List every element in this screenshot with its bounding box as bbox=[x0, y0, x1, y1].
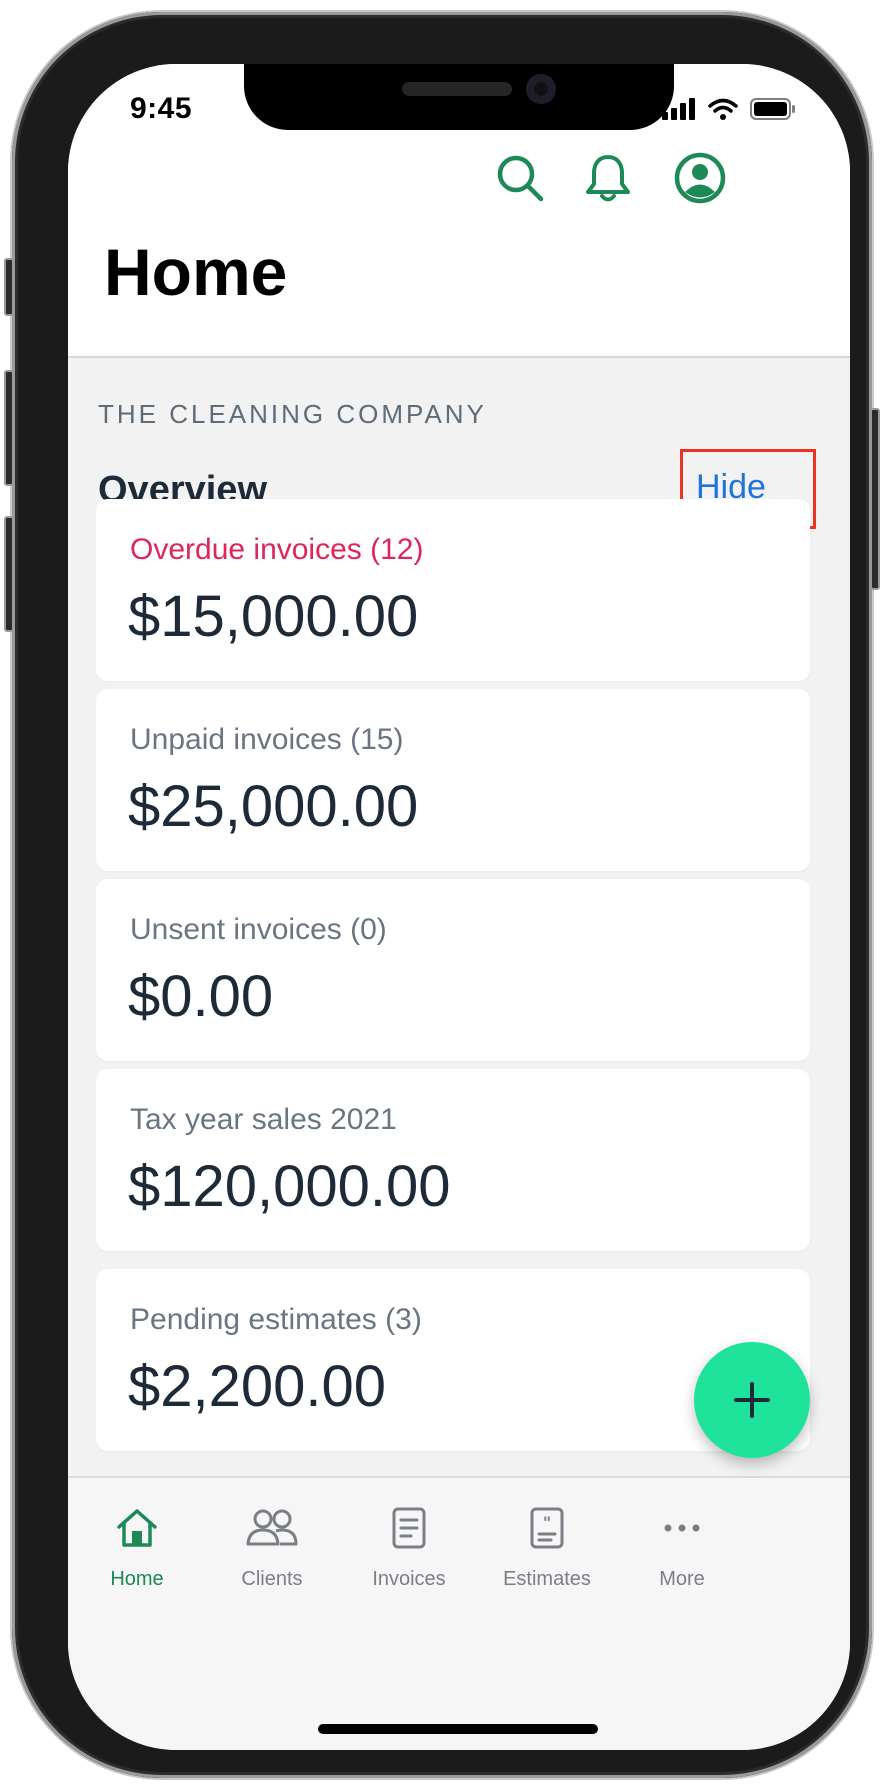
wifi-icon bbox=[708, 98, 738, 120]
card-value: $2,200.00 bbox=[128, 1354, 387, 1419]
tab-invoices[interactable]: Invoices bbox=[339, 1502, 479, 1591]
overview-card-unsent[interactable]: Unsent invoices (0) $0.00 bbox=[96, 879, 810, 1061]
home-indicator bbox=[318, 1724, 598, 1734]
overview-card-unpaid[interactable]: Unpaid invoices (15) $25,000.00 bbox=[96, 689, 810, 871]
bell-icon[interactable] bbox=[578, 148, 638, 208]
tab-home[interactable]: Home bbox=[68, 1502, 207, 1591]
front-camera bbox=[526, 74, 556, 104]
overview-card-overdue[interactable]: Overdue invoices (12) $15,000.00 bbox=[96, 499, 810, 681]
svg-text:": " bbox=[543, 1513, 551, 1532]
page-title: Home bbox=[104, 235, 288, 309]
home-icon bbox=[117, 1509, 157, 1547]
company-name: THE CLEANING COMPANY bbox=[98, 399, 487, 429]
plus-icon bbox=[734, 1382, 770, 1418]
search-icon[interactable] bbox=[490, 148, 550, 208]
tab-estimates[interactable]: " Estimates bbox=[477, 1502, 617, 1591]
invoice-icon bbox=[392, 1507, 426, 1549]
account-icon[interactable] bbox=[670, 148, 730, 208]
silent-switch bbox=[4, 258, 14, 316]
card-value: $25,000.00 bbox=[128, 774, 419, 839]
phone-screen: 9:45 Home THE CLEANING COMPANY Overview … bbox=[68, 64, 850, 1750]
card-value: $0.00 bbox=[128, 964, 274, 1029]
card-value: $15,000.00 bbox=[128, 584, 419, 649]
battery-icon bbox=[750, 98, 795, 120]
tab-label: More bbox=[659, 1568, 705, 1590]
card-label: Unpaid invoices (15) bbox=[130, 723, 404, 756]
card-label: Tax year sales 2021 bbox=[130, 1103, 397, 1136]
power-button bbox=[870, 408, 880, 590]
tab-label: Estimates bbox=[503, 1568, 591, 1590]
estimate-icon: " bbox=[530, 1507, 564, 1549]
add-button[interactable] bbox=[694, 1342, 810, 1458]
tab-label: Invoices bbox=[372, 1568, 446, 1590]
card-label: Pending estimates (3) bbox=[130, 1303, 422, 1336]
card-value: $120,000.00 bbox=[128, 1154, 451, 1219]
overview-card-tax-year-sales[interactable]: Tax year sales 2021 $120,000.00 bbox=[96, 1069, 810, 1251]
card-label: Unsent invoices (0) bbox=[130, 913, 387, 946]
volume-up-button bbox=[4, 370, 14, 486]
more-icon bbox=[664, 1524, 700, 1532]
status-icons bbox=[662, 98, 796, 120]
speaker-grille bbox=[402, 82, 512, 96]
status-time: 9:45 bbox=[130, 92, 193, 125]
tab-more[interactable]: More bbox=[612, 1502, 752, 1591]
phone-frame: 9:45 Home THE CLEANING COMPANY Overview … bbox=[4, 12, 880, 1778]
tab-clients[interactable]: Clients bbox=[202, 1502, 342, 1591]
card-label: Overdue invoices (12) bbox=[130, 533, 424, 566]
volume-down-button bbox=[4, 516, 14, 632]
notch bbox=[244, 64, 674, 130]
clients-icon bbox=[246, 1509, 298, 1546]
tab-label: Home bbox=[110, 1568, 164, 1590]
tab-label: Clients bbox=[241, 1568, 303, 1590]
tab-bar: Home Clients Invoices " Estimates More bbox=[68, 1476, 850, 1750]
